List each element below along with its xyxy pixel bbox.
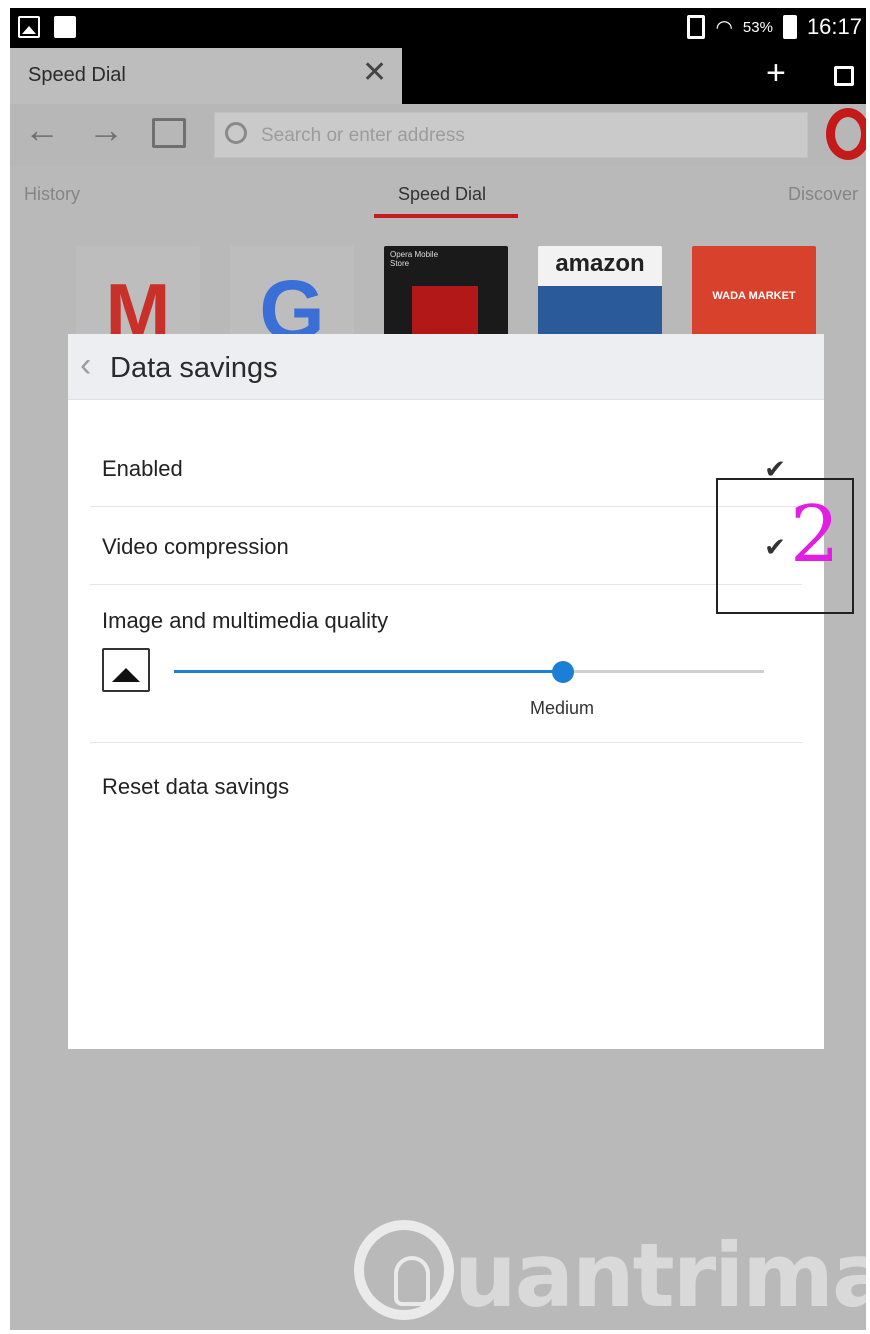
opera-logo-icon[interactable] [826, 108, 866, 160]
battery-percent: 53% [742, 18, 773, 36]
wifi-icon: ◠ [715, 16, 733, 39]
address-placeholder: Search or enter address [261, 125, 465, 146]
divider [90, 584, 802, 585]
tab-switcher-icon[interactable] [834, 66, 854, 86]
tab-speed-dial-section[interactable]: Speed Dial [398, 184, 486, 205]
tab-title: Speed Dial [28, 64, 126, 86]
reset-data-savings-button[interactable]: Reset data savings [102, 774, 289, 800]
qr-scan-icon[interactable] [152, 118, 186, 148]
back-arrow-icon[interactable]: ← [24, 112, 60, 148]
device-icon [687, 15, 706, 39]
quality-slider[interactable] [174, 661, 764, 683]
quality-value: Medium [530, 698, 595, 718]
lightbulb-icon [394, 1256, 430, 1306]
divider [90, 742, 802, 743]
wada-label: WADA MARKET [712, 290, 796, 302]
data-savings-dialog: ‹ Data savings Enabled ✔ Video compressi… [68, 334, 824, 1049]
quality-label: Image and multimedia quality [102, 608, 389, 633]
video-compression-label[interactable]: Video compression [102, 534, 289, 560]
battery-icon [782, 15, 797, 39]
store-notification-icon [54, 16, 76, 38]
watermark-text: uantrimang [454, 1224, 866, 1327]
dialog-header: ‹ Data savings [68, 334, 824, 400]
gallery-notification-icon [18, 16, 40, 38]
divider [90, 506, 802, 507]
opera-store-label: Opera Mobile Store [390, 250, 439, 268]
tab-discover[interactable]: Discover [788, 184, 858, 205]
watermark-logo-icon [354, 1220, 454, 1320]
tile-amazon[interactable]: amazon [538, 246, 662, 346]
image-icon [102, 648, 150, 692]
search-icon [225, 122, 247, 144]
slider-thumb[interactable] [552, 661, 575, 683]
close-tab-icon[interactable]: ✕ [362, 58, 387, 88]
clock: 16:17 [806, 14, 862, 39]
back-chevron-icon[interactable]: ‹ [80, 348, 91, 382]
tile-wada-market[interactable]: WADA MARKET [692, 246, 816, 346]
new-tab-icon[interactable]: + [766, 56, 786, 90]
status-bar: ◠ 53% 16:17 [10, 8, 866, 48]
enabled-label[interactable]: Enabled [102, 456, 183, 482]
watermark: uantrimang [350, 1214, 866, 1328]
browser-toolbar: ← → Search or enter address [10, 104, 866, 166]
tile-opera-store[interactable]: Opera Mobile Store [384, 246, 508, 346]
tile-google[interactable]: G [230, 246, 354, 346]
dialog-title: Data savings [110, 352, 278, 384]
annotation-number: 2 [790, 490, 840, 580]
forward-arrow-icon[interactable]: → [88, 112, 124, 148]
screen: ◠ 53% 16:17 Speed Dial ✕ + ← → Search or… [10, 8, 866, 1330]
tab-bar: Speed Dial ✕ + [10, 48, 866, 104]
slider-fill [174, 670, 564, 673]
tab-history[interactable]: History [24, 184, 80, 205]
speed-dial-tabs: History Speed Dial Discover [10, 166, 866, 228]
tab-speed-dial[interactable]: Speed Dial ✕ [10, 48, 402, 104]
amazon-label: amazon [555, 250, 645, 277]
tile-gmail[interactable]: M [76, 246, 200, 346]
address-bar[interactable]: Search or enter address [214, 112, 808, 158]
active-tab-indicator [374, 214, 518, 218]
